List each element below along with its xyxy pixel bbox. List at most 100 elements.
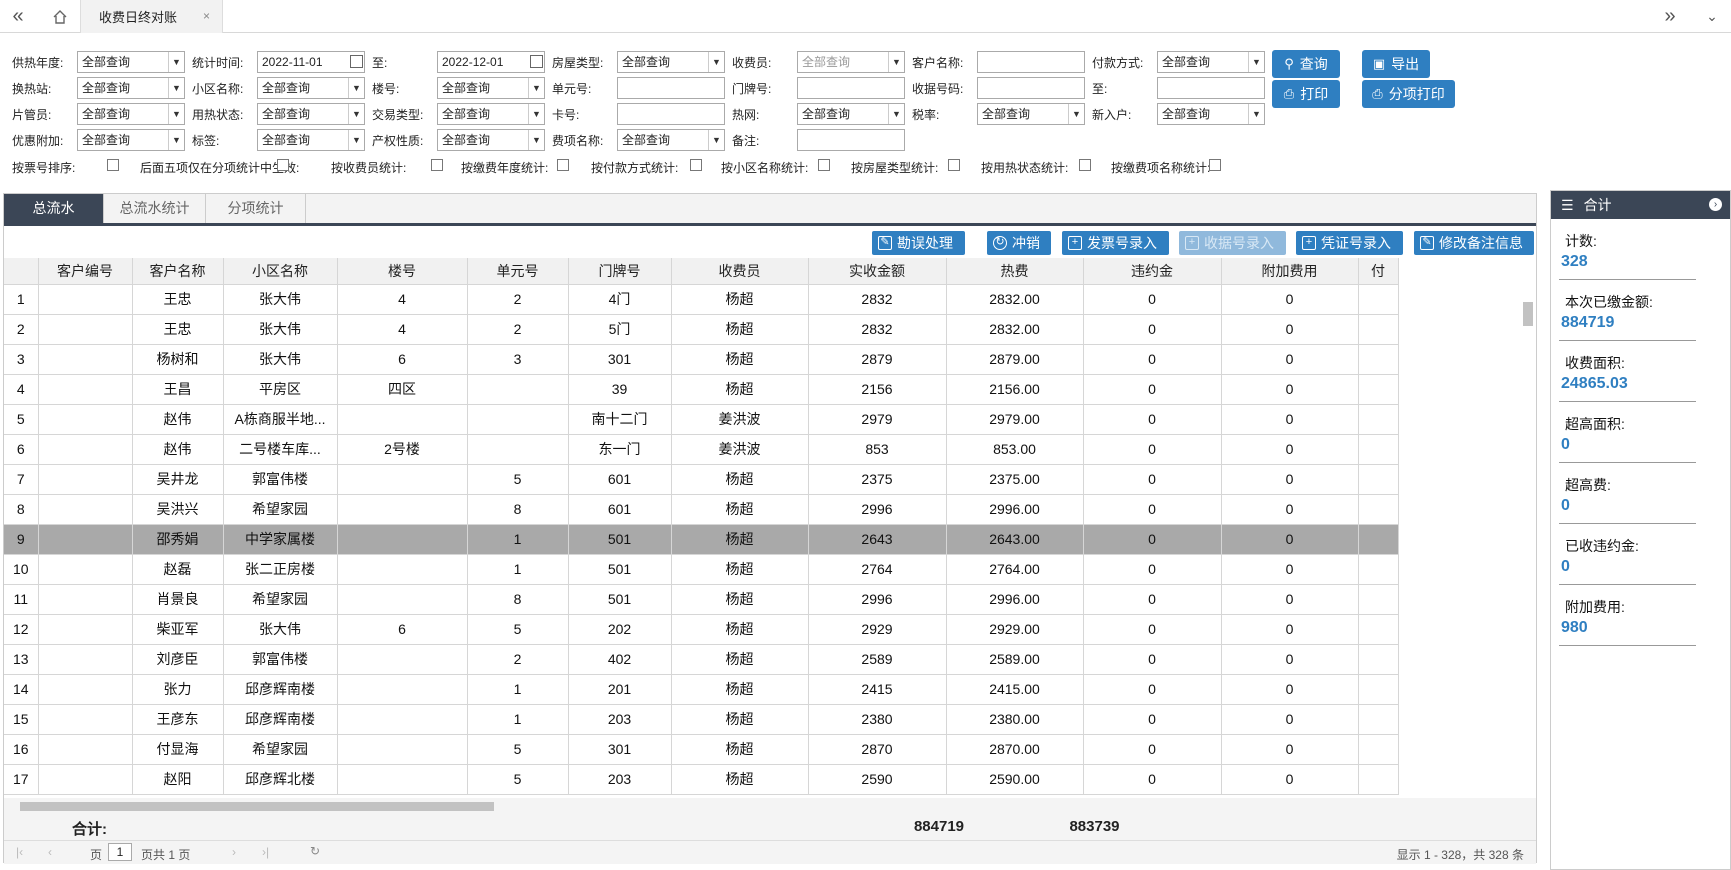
table-row[interactable]: 11 肖景良 希望家园 8 501 杨超 2996 2996.00 0 0: [4, 584, 1399, 615]
caret-down-icon[interactable]: ▼: [528, 104, 544, 124]
table-row[interactable]: 13 刘彦臣 郭富伟楼 2 402 杨超 2589 2589.00 0 0: [4, 644, 1399, 675]
scroll-thumb[interactable]: [20, 802, 494, 811]
table-row[interactable]: 9 邵秀娟 中学家属楼 1 501 杨超 2643 2643.00 0 0: [4, 524, 1399, 555]
caret-down-icon[interactable]: ▼: [348, 78, 364, 98]
correction-button[interactable]: ✎ 勘误处理: [872, 231, 965, 255]
column-header[interactable]: 客户编号: [38, 258, 133, 285]
table-row[interactable]: 14 张力 邱彦辉南楼 1 201 杨超 2415 2415.00 0 0: [4, 674, 1399, 705]
cashier-select[interactable]: 全部查询 ▼: [797, 51, 905, 73]
caret-down-icon[interactable]: ▼: [888, 52, 904, 72]
tag-select[interactable]: 全部查询 ▼: [257, 129, 365, 151]
building-no-select[interactable]: 全部查询 ▼: [437, 77, 545, 99]
property-nature-select[interactable]: 全部查询 ▼: [437, 129, 545, 151]
receipt-no-to-input[interactable]: [1157, 77, 1265, 99]
edit-remark-button[interactable]: ✎ 修改备注信息: [1414, 231, 1534, 255]
table-row[interactable]: 1 王忠 张大伟 4 2 4门 杨超 2832 2832.00 0 0: [4, 284, 1399, 315]
scroll-thumb[interactable]: [1523, 302, 1533, 326]
collapse-left-icon[interactable]: «: [0, 0, 36, 33]
last-page-icon[interactable]: ›|: [262, 845, 269, 859]
tab-item-stats[interactable]: 分项统计: [206, 194, 306, 223]
heat-station-select[interactable]: 全部查询 ▼: [77, 77, 185, 99]
table-row[interactable]: 8 吴洪兴 希望家园 8 601 杨超 2996 2996.00 0 0: [4, 494, 1399, 525]
caret-down-icon[interactable]: ▼: [1068, 104, 1084, 124]
checkbox-5[interactable]: [818, 159, 830, 171]
table-row[interactable]: 7 吴井龙 郭富伟楼 5 601 杨超 2375 2375.00 0 0: [4, 464, 1399, 495]
invoice-number-button[interactable]: + 发票号录入: [1062, 231, 1169, 255]
checkbox-3[interactable]: [557, 159, 569, 171]
export-button[interactable]: ▣ 导出: [1362, 50, 1430, 78]
chevron-down-icon[interactable]: ⌄: [1694, 0, 1730, 33]
new-household-select[interactable]: 全部查询 ▼: [1157, 103, 1265, 125]
table-row[interactable]: 10 赵磊 张二正房楼 1 501 杨超 2764 2764.00 0 0: [4, 554, 1399, 585]
heating-status-select[interactable]: 全部查询 ▼: [257, 103, 365, 125]
column-header[interactable]: 实收金额: [808, 258, 947, 285]
transaction-type-select[interactable]: 全部查询 ▼: [437, 103, 545, 125]
caret-down-icon[interactable]: ▼: [528, 78, 544, 98]
column-header[interactable]: 客户名称: [132, 258, 224, 285]
door-no-input[interactable]: [797, 77, 905, 99]
query-button[interactable]: ⚲ 查询: [1272, 50, 1340, 78]
tab-reconciliation[interactable]: 收费日终对账 ×: [80, 0, 223, 33]
print-button[interactable]: ⎙ 打印: [1272, 80, 1340, 108]
table-row[interactable]: 6 赵伟 二号楼车库... 2号楼 东一门 姜洪波 853 853.00 0 0: [4, 434, 1399, 465]
caret-down-icon[interactable]: ▼: [168, 52, 184, 72]
checkbox-7[interactable]: [1079, 159, 1091, 171]
table-row[interactable]: 17 赵阳 邱彦辉北楼 5 203 杨超 2590 2590.00 0 0: [4, 764, 1399, 795]
vertical-scrollbar[interactable]: [1520, 284, 1536, 794]
customer-name-input[interactable]: [977, 51, 1085, 73]
column-header[interactable]: 热费: [946, 258, 1084, 285]
calendar-icon[interactable]: [350, 55, 363, 68]
table-row[interactable]: 3 杨树和 张大伟 6 3 301 杨超 2879 2879.00 0 0: [4, 344, 1399, 375]
next-page-icon[interactable]: ›: [232, 845, 236, 859]
horizontal-scrollbar[interactable]: [4, 798, 1536, 814]
tab-total-flow-stats[interactable]: 总流水统计: [104, 194, 206, 223]
collapse-right-icon[interactable]: »: [1652, 0, 1688, 33]
column-header[interactable]: 收费员: [671, 258, 809, 285]
first-page-icon[interactable]: |‹: [16, 845, 23, 859]
prev-page-icon[interactable]: ‹: [48, 845, 52, 859]
page-input[interactable]: 1: [108, 843, 132, 861]
refresh-icon[interactable]: ↻: [310, 844, 320, 858]
heating-year-select[interactable]: 全部查询 ▼: [77, 51, 185, 73]
column-header[interactable]: 单元号: [467, 258, 569, 285]
split-print-button[interactable]: ⎙ 分项打印: [1362, 80, 1455, 108]
payment-method-select[interactable]: 全部查询 ▼: [1157, 51, 1265, 73]
column-header[interactable]: [4, 258, 39, 285]
heat-network-select[interactable]: 全部查询 ▼: [797, 103, 905, 125]
table-row[interactable]: 4 王昌 平房区 四区 39 杨超 2156 2156.00 0 0: [4, 374, 1399, 405]
table-row[interactable]: 5 赵伟 A栋商服半地... 南十二门 姜洪波 2979 2979.00 0 0: [4, 404, 1399, 435]
home-icon[interactable]: [42, 0, 78, 33]
calendar-icon[interactable]: [530, 55, 543, 68]
checkbox-4[interactable]: [690, 159, 702, 171]
tax-rate-select[interactable]: 全部查询 ▼: [977, 103, 1085, 125]
caret-down-icon[interactable]: ▼: [528, 130, 544, 150]
column-header[interactable]: 违约金: [1083, 258, 1222, 285]
table-row[interactable]: 2 王忠 张大伟 4 2 5门 杨超 2832 2832.00 0 0: [4, 314, 1399, 345]
caret-down-icon[interactable]: ▼: [708, 52, 724, 72]
card-no-input[interactable]: [617, 103, 725, 125]
arrow-right-icon[interactable]: ›: [1709, 198, 1722, 211]
caret-down-icon[interactable]: ▼: [168, 78, 184, 98]
caret-down-icon[interactable]: ▼: [168, 130, 184, 150]
column-header[interactable]: 门牌号: [568, 258, 672, 285]
caret-down-icon[interactable]: ▼: [708, 130, 724, 150]
column-header[interactable]: 付: [1358, 258, 1399, 285]
checkbox-1[interactable]: [277, 159, 289, 171]
column-header[interactable]: 小区名称: [223, 258, 338, 285]
column-header[interactable]: 附加费用: [1221, 258, 1359, 285]
stat-time-to-date[interactable]: 2022-12-01: [437, 51, 545, 73]
area-manager-select[interactable]: 全部查询 ▼: [77, 103, 185, 125]
unit-no-input[interactable]: [617, 77, 725, 99]
caret-down-icon[interactable]: ▼: [168, 104, 184, 124]
tab-total-flow[interactable]: 总流水: [4, 194, 104, 223]
table-row[interactable]: 15 王彦东 邱彦辉南楼 1 203 杨超 2380 2380.00 0 0: [4, 704, 1399, 735]
fee-item-name-select[interactable]: 全部查询 ▼: [617, 129, 725, 151]
checkbox-8[interactable]: [1209, 159, 1221, 171]
voucher-number-button[interactable]: + 凭证号录入: [1296, 231, 1403, 255]
house-type-select[interactable]: 全部查询 ▼: [617, 51, 725, 73]
checkbox-0[interactable]: [107, 159, 119, 171]
receipt-number-button[interactable]: + 收据号录入: [1179, 231, 1286, 255]
caret-down-icon[interactable]: ▼: [348, 104, 364, 124]
caret-down-icon[interactable]: ▼: [348, 130, 364, 150]
caret-down-icon[interactable]: ▼: [1248, 104, 1264, 124]
